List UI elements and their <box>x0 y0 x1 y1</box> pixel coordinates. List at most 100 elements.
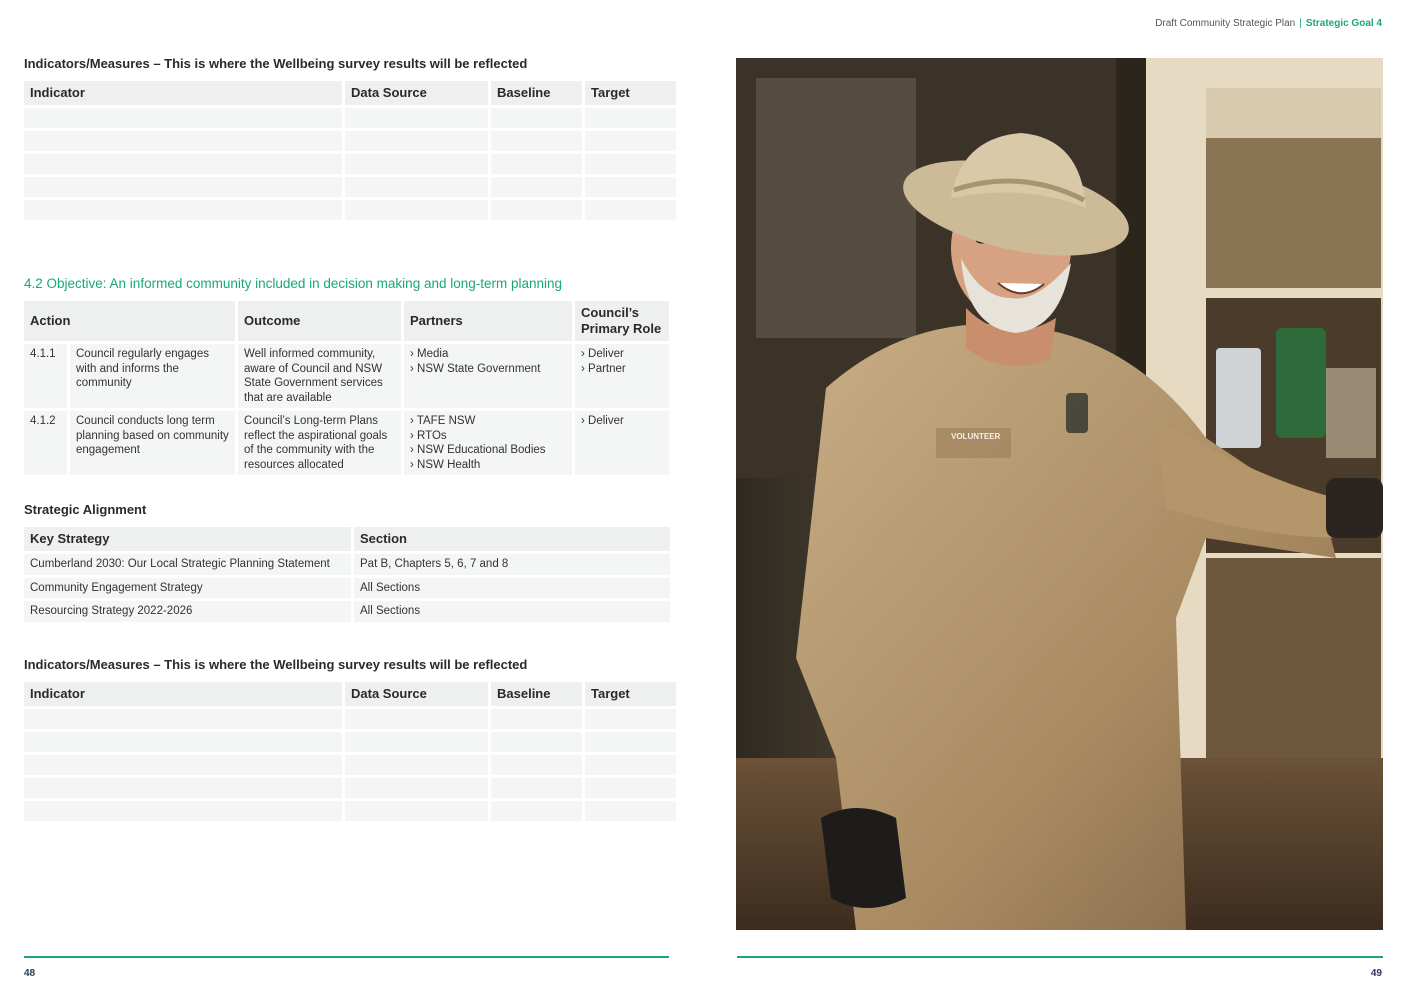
list-item: › Partner <box>581 362 626 375</box>
page-number-left: 48 <box>24 968 36 979</box>
alignment-table: Key Strategy Section Cumberland 2030: Ou… <box>21 524 673 625</box>
table-cell <box>585 732 676 752</box>
table-header-row: Key Strategy Section <box>24 527 670 551</box>
indicators-heading-1: Indicators/Measures – This is where the … <box>24 56 528 71</box>
column-header: Partners <box>404 301 573 341</box>
table-row <box>24 801 676 821</box>
table-cell <box>24 131 342 151</box>
table-cell <box>24 154 342 174</box>
table-cell <box>491 755 582 775</box>
table-cell <box>491 154 582 174</box>
column-header: Action <box>24 301 236 341</box>
strategy-section: Pat B, Chapters 5, 6, 7 and 8 <box>354 554 670 575</box>
table-cell <box>345 709 488 729</box>
column-header: Outcome <box>238 301 402 341</box>
volunteer-photo: VOLUNTEER <box>736 58 1383 930</box>
table-cell <box>491 801 582 821</box>
action-number: 4.1.1 <box>24 344 67 408</box>
strategy-section: All Sections <box>354 577 670 598</box>
action-text: Council conducts long term planning base… <box>70 411 236 475</box>
objective-table: Action Outcome Partners Council’s Primar… <box>21 298 672 478</box>
table-cell <box>345 154 488 174</box>
table-cell <box>345 131 488 151</box>
column-header: Indicator <box>24 682 342 706</box>
volunteer-illustration: VOLUNTEER <box>736 58 1383 930</box>
outcome-text: Well informed community, aware of Counci… <box>238 344 402 408</box>
table-row: Resourcing Strategy 2022-2026 All Sectio… <box>24 601 670 622</box>
table-row <box>24 778 676 798</box>
table-row <box>24 154 676 174</box>
table-cell <box>24 177 342 197</box>
strategy-name: Community Engagement Strategy <box>24 577 351 598</box>
indicators-heading-2: Indicators/Measures – This is where the … <box>24 657 528 672</box>
table-cell <box>585 801 676 821</box>
objective-heading: 4.2 Objective: An informed community inc… <box>24 276 563 291</box>
table-header-row: Indicator Data Source Baseline Target <box>24 682 676 706</box>
list-item: › NSW State Government <box>410 362 541 375</box>
table-row <box>24 732 676 752</box>
table-row <box>24 108 676 128</box>
volunteer-badge: VOLUNTEER <box>951 432 1001 441</box>
table-row <box>24 131 676 151</box>
action-number: 4.1.2 <box>24 411 67 475</box>
strategy-name: Cumberland 2030: Our Local Strategic Pla… <box>24 554 351 575</box>
partners-list: › TAFE NSW › RTOs › NSW Educational Bodi… <box>404 411 573 475</box>
table-cell <box>24 732 342 752</box>
table-cell <box>345 200 488 220</box>
table-cell <box>24 778 342 798</box>
table-cell <box>585 154 676 174</box>
list-item: › Deliver <box>581 348 624 360</box>
table-row: 4.1.1 Council regularly engages with and… <box>24 344 670 408</box>
list-item: › RTOs <box>410 429 447 442</box>
strategy-name: Resourcing Strategy 2022-2026 <box>24 601 351 622</box>
list-item: › NSW Health <box>410 458 481 471</box>
column-header: Baseline <box>491 682 582 706</box>
partners-list: › Media › NSW State Government <box>404 344 573 408</box>
running-header: Draft Community Strategic Plan | Strategic… <box>1155 18 1382 29</box>
table-cell <box>345 108 488 128</box>
table-cell <box>585 709 676 729</box>
table-row: 4.1.2 Council conducts long term plannin… <box>24 411 670 475</box>
column-header: Target <box>585 682 676 706</box>
table-cell <box>491 778 582 798</box>
strategy-section: All Sections <box>354 601 670 622</box>
table-cell <box>345 732 488 752</box>
table-cell <box>345 801 488 821</box>
footer-rule-right <box>737 956 1383 958</box>
table-row <box>24 709 676 729</box>
header-separator: | <box>1299 18 1302 29</box>
table-cell <box>491 177 582 197</box>
table-cell <box>491 200 582 220</box>
table-cell <box>345 778 488 798</box>
table-cell <box>585 108 676 128</box>
indicators-table-1: Indicator Data Source Baseline Target <box>21 78 679 223</box>
table-cell <box>585 755 676 775</box>
table-cell <box>24 755 342 775</box>
alignment-heading: Strategic Alignment <box>24 502 147 517</box>
list-item: › NSW Educational Bodies <box>410 444 546 456</box>
table-cell <box>345 755 488 775</box>
list-item: › TAFE NSW <box>410 415 476 427</box>
strategic-goal-label: Strategic Goal 4 <box>1305 18 1382 29</box>
column-header: Target <box>585 81 676 105</box>
table-cell <box>585 778 676 798</box>
table-cell <box>491 131 582 151</box>
column-header: Council’s Primary Role <box>575 301 670 341</box>
table-cell <box>585 200 676 220</box>
table-cell <box>24 200 342 220</box>
table-cell <box>24 709 342 729</box>
table-cell <box>24 108 342 128</box>
roles-list: › Deliver <box>575 411 670 475</box>
list-item: › Deliver <box>581 415 624 427</box>
roles-list: › Deliver › Partner <box>575 344 670 408</box>
table-cell <box>491 108 582 128</box>
action-text: Council regularly engages with and infor… <box>70 344 236 408</box>
table-cell <box>491 732 582 752</box>
column-header: Key Strategy <box>24 527 351 551</box>
column-header: Indicator <box>24 81 342 105</box>
page-number-right: 49 <box>1370 968 1382 979</box>
footer-rule-left <box>24 956 669 958</box>
table-cell <box>24 801 342 821</box>
table-cell <box>345 177 488 197</box>
column-header: Baseline <box>491 81 582 105</box>
